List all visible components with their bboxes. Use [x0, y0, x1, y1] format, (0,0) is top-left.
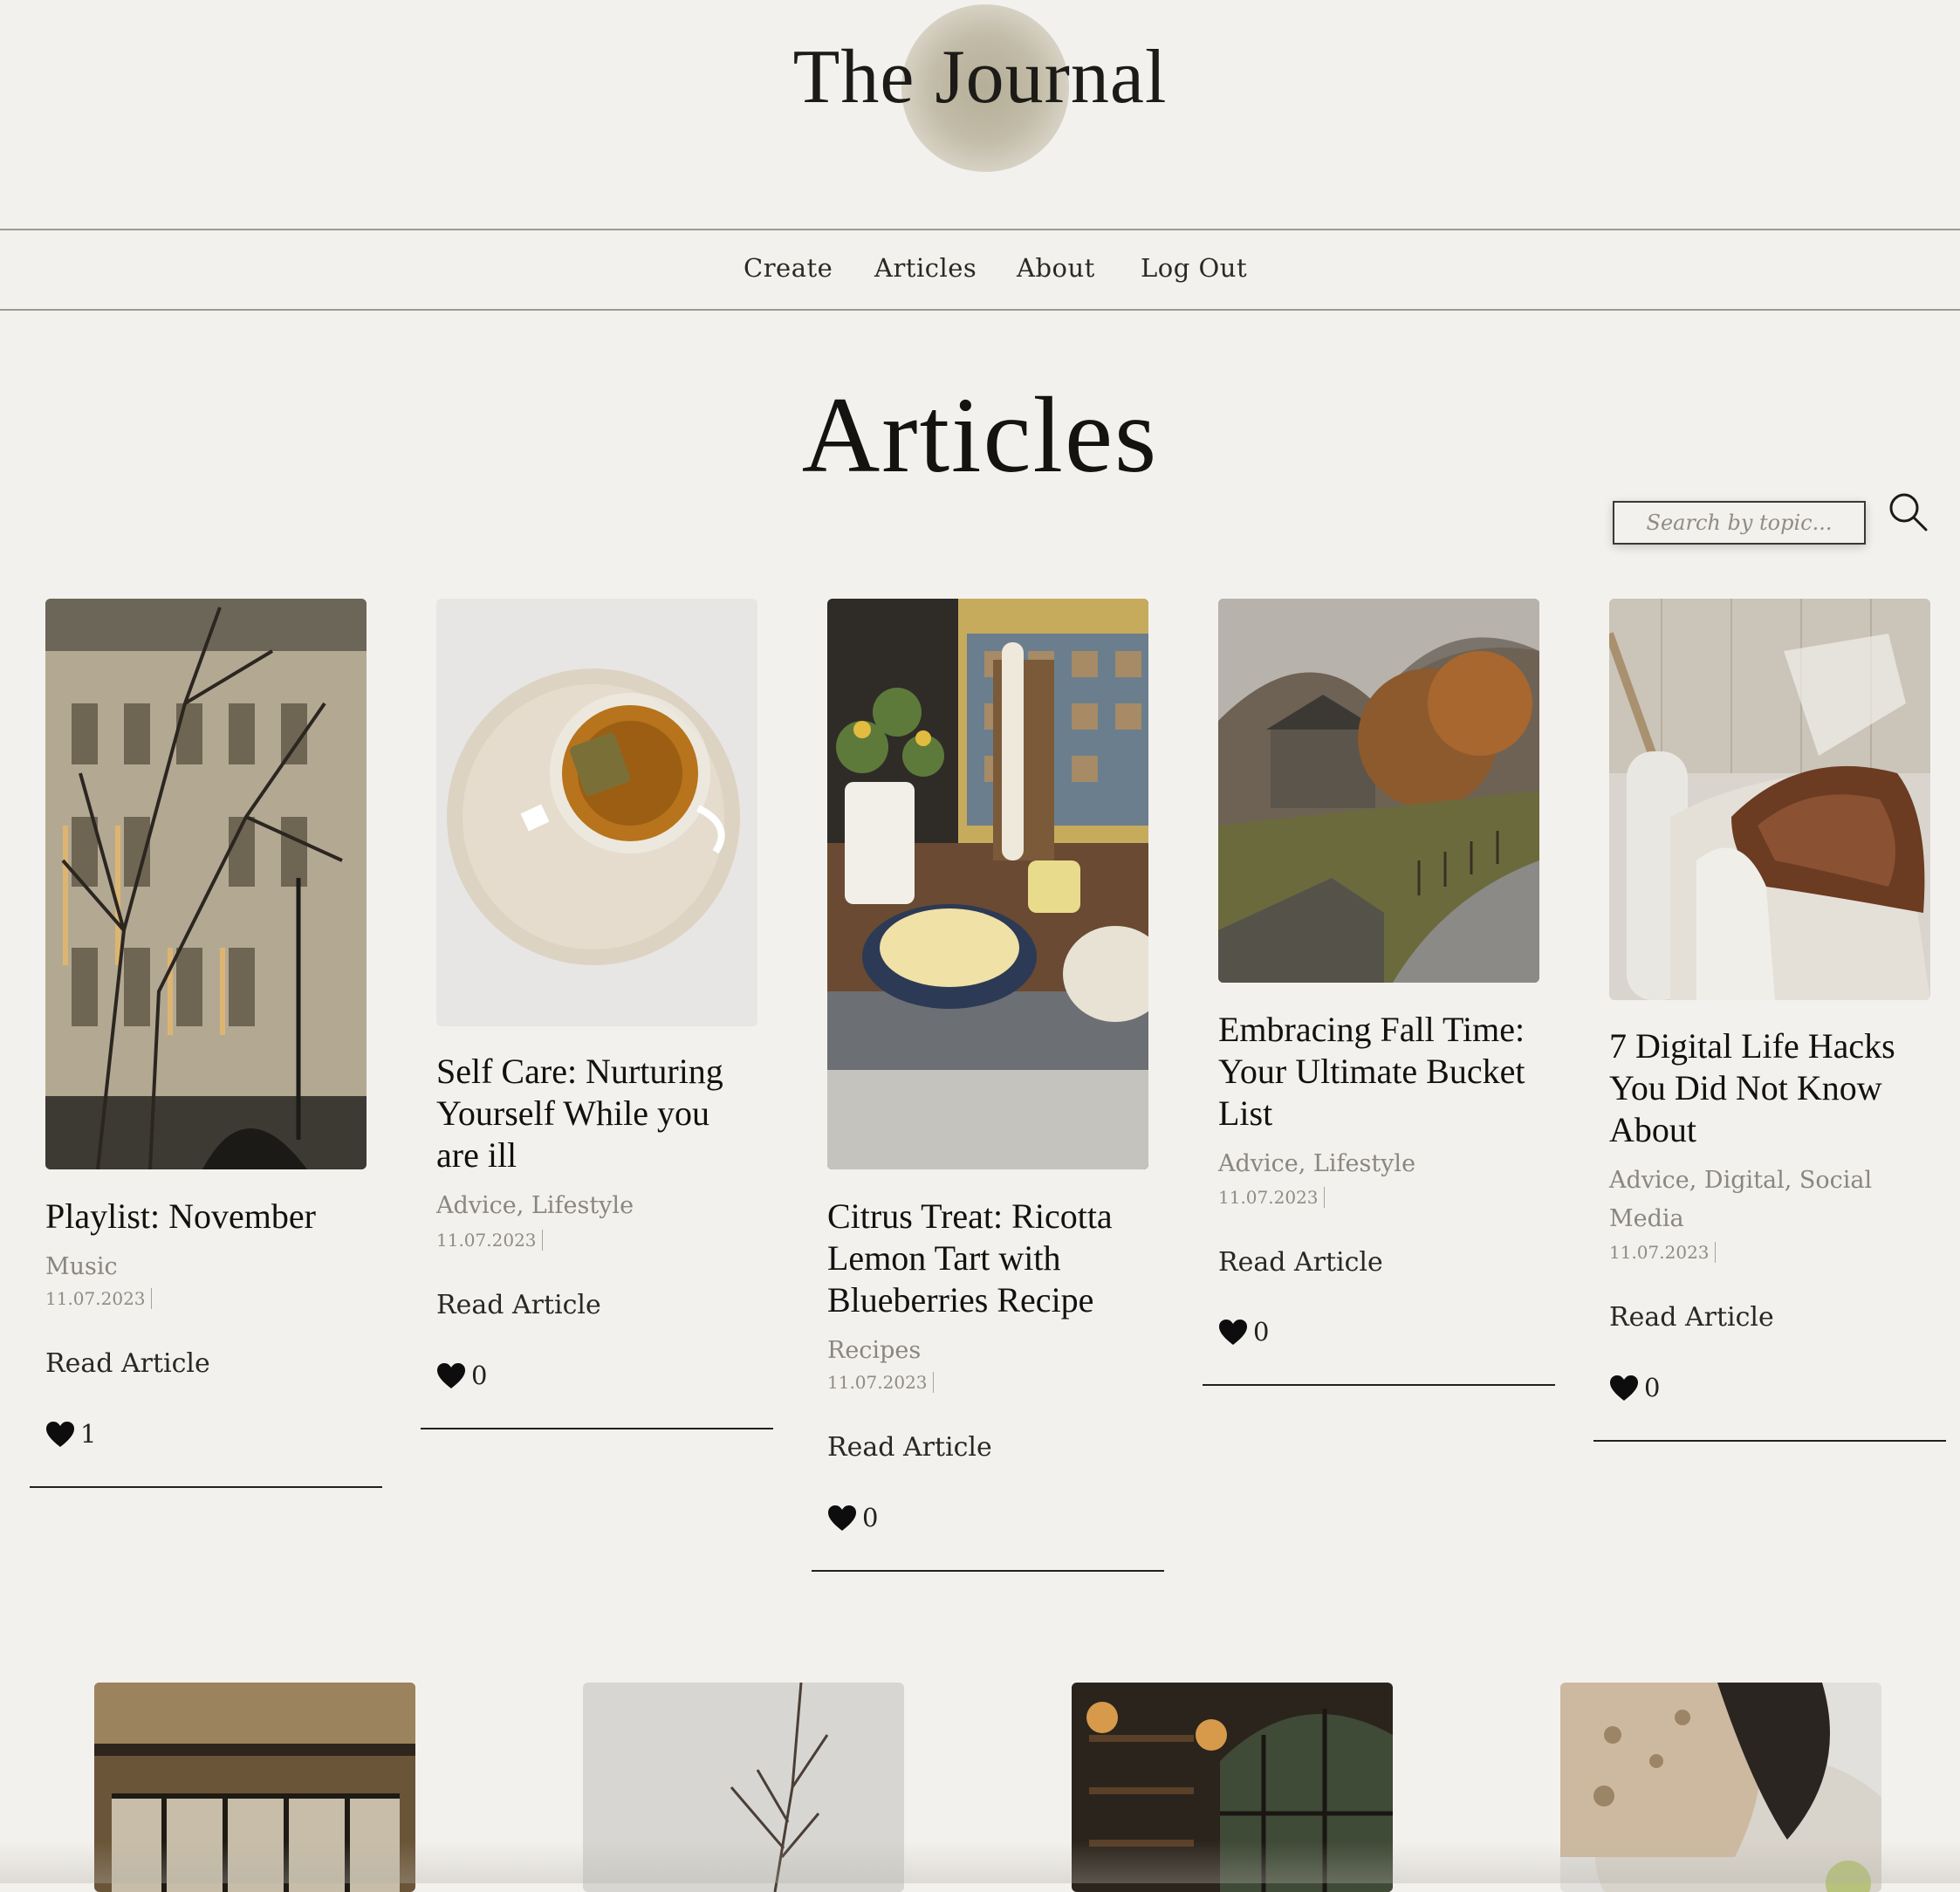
page-bottom-shadow: [0, 1841, 1960, 1883]
article-title[interactable]: Self Care: Nurturing Yourself While you …: [436, 1051, 759, 1176]
nav-divider-top: [0, 229, 1960, 230]
read-article-link[interactable]: Read Article: [1609, 1302, 1774, 1333]
card-divider: [30, 1486, 382, 1488]
nav-create[interactable]: Create: [744, 253, 833, 283]
card-divider: [1203, 1384, 1555, 1386]
article-date: 11.07.2023: [1609, 1242, 1716, 1263]
nav-articles[interactable]: Articles: [874, 253, 977, 283]
article-topics: Advice, Digital, Social Media: [1609, 1167, 1873, 1232]
heart-icon[interactable]: [1218, 1319, 1248, 1347]
nav-divider-bottom: [0, 309, 1960, 311]
article-date: 11.07.2023: [45, 1288, 152, 1309]
page-title: Articles: [801, 375, 1159, 495]
heart-icon[interactable]: [1609, 1374, 1639, 1402]
read-article-link[interactable]: Read Article: [45, 1348, 210, 1379]
like-count: 0: [862, 1503, 879, 1532]
article-topics: Recipes: [827, 1337, 922, 1364]
article-title[interactable]: Citrus Treat: Ricotta Lemon Tart with Bl…: [827, 1196, 1150, 1321]
article-date: 11.07.2023: [1218, 1187, 1325, 1208]
article-title[interactable]: 7 Digital Life Hacks You Did Not Know Ab…: [1609, 1025, 1932, 1151]
article-topics: Music: [45, 1253, 118, 1280]
search-icon[interactable]: [1887, 490, 1929, 532]
like-count: 0: [1644, 1373, 1661, 1402]
card-divider: [812, 1570, 1164, 1572]
article-date: 11.07.2023: [436, 1230, 543, 1251]
article-image[interactable]: [1609, 599, 1930, 1000]
article-image[interactable]: [827, 599, 1148, 1169]
article-image[interactable]: [45, 599, 367, 1169]
card-divider: [421, 1428, 773, 1429]
heart-icon[interactable]: [827, 1505, 857, 1532]
read-article-link[interactable]: Read Article: [436, 1290, 601, 1320]
heart-icon[interactable]: [436, 1362, 466, 1390]
article-title[interactable]: Embracing Fall Time: Your Ultimate Bucke…: [1218, 1009, 1541, 1135]
article-topics: Advice, Lifestyle: [1218, 1150, 1416, 1177]
article-title[interactable]: Playlist: November: [45, 1196, 368, 1237]
nav-about[interactable]: About: [1017, 253, 1095, 283]
card-divider: [1593, 1440, 1946, 1442]
read-article-link[interactable]: Read Article: [1218, 1247, 1383, 1278]
heart-icon[interactable]: [45, 1421, 75, 1449]
like-count: 1: [80, 1419, 97, 1449]
read-article-link[interactable]: Read Article: [827, 1432, 992, 1463]
article-topics: Advice, Lifestyle: [436, 1192, 634, 1219]
nav-log-out[interactable]: Log Out: [1141, 253, 1247, 283]
like-count: 0: [471, 1361, 488, 1390]
like-count: 0: [1253, 1317, 1270, 1347]
article-image[interactable]: [1218, 599, 1539, 983]
site-title[interactable]: The Journal: [0, 33, 1960, 121]
article-image[interactable]: [436, 599, 757, 1026]
article-date: 11.07.2023: [827, 1372, 934, 1393]
search-input[interactable]: [1613, 501, 1866, 545]
